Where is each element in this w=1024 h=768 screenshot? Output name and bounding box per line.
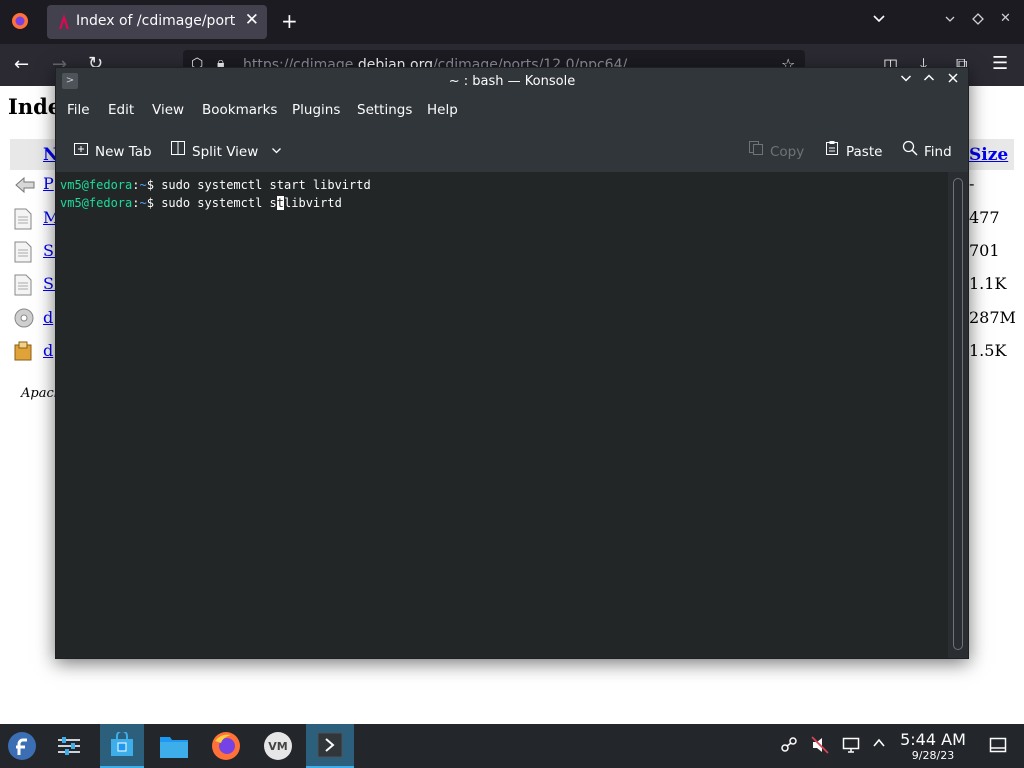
new-tab-icon[interactable]: + xyxy=(281,9,298,33)
maximize-icon[interactable] xyxy=(923,72,935,88)
prompt-path: ~ xyxy=(139,196,147,210)
new-tab-button[interactable]: New Tab xyxy=(73,140,152,160)
scrollbar-thumb[interactable] xyxy=(953,178,963,650)
terminal-scrollbar[interactable] xyxy=(948,172,968,658)
split-view-label: Split View xyxy=(192,144,259,160)
copy-label: Copy xyxy=(770,144,805,160)
paste-icon xyxy=(824,140,840,160)
menu-file[interactable]: File xyxy=(67,102,90,118)
firefox-icon[interactable] xyxy=(204,724,248,768)
split-view-icon xyxy=(170,140,186,160)
network-icon[interactable] xyxy=(780,736,798,758)
konsole-icon[interactable] xyxy=(306,724,354,768)
split-view-button[interactable]: Split View xyxy=(170,140,282,160)
firefox-view-icon[interactable] xyxy=(11,12,29,34)
show-desktop-icon[interactable] xyxy=(989,737,1007,757)
discover-store-icon[interactable] xyxy=(100,724,144,768)
new-tab-icon xyxy=(73,140,89,160)
konsole-menubar: File Edit View Bookmarks Plugins Setting… xyxy=(56,96,968,124)
minimize-icon[interactable] xyxy=(900,72,912,88)
list-tabs-icon[interactable] xyxy=(872,10,886,29)
terminal-line: vm5@fedora:~$ sudo systemctl start libvi… xyxy=(60,178,371,192)
paste-label: Paste xyxy=(846,144,883,160)
page-heading: Inde xyxy=(8,94,62,119)
svg-text:VM: VM xyxy=(268,740,287,753)
file-size: 1.1K xyxy=(969,274,1007,293)
konsole-window: > ~ : bash — Konsole File Edit View Book… xyxy=(55,67,969,659)
volume-muted-icon[interactable] xyxy=(811,736,829,758)
parent-directory-icon xyxy=(14,174,35,196)
window-close-icon[interactable]: ✕ xyxy=(1000,11,1011,26)
new-tab-label: New Tab xyxy=(95,144,152,160)
browser-tab-bar: Index of /cdimage/ports/1 ✕ + ✕ xyxy=(0,0,1024,44)
command-text: sudo systemctl start libvirtd xyxy=(161,178,371,192)
clock-date: 9/28/23 xyxy=(911,749,955,762)
search-icon xyxy=(902,140,918,160)
menu-help[interactable]: Help xyxy=(427,102,458,118)
menu-bookmarks[interactable]: Bookmarks xyxy=(202,102,277,118)
window-minimize-icon[interactable] xyxy=(944,10,956,29)
text-file-icon xyxy=(14,241,32,263)
menu-plugins[interactable]: Plugins xyxy=(292,102,340,118)
copy-icon xyxy=(748,140,764,160)
chevron-down-icon[interactable] xyxy=(271,144,282,160)
prompt-symbol: $ xyxy=(146,196,154,210)
window-maximize-icon[interactable] xyxy=(972,10,984,29)
file-link[interactable]: d xyxy=(43,308,53,327)
fedora-launcher-icon[interactable] xyxy=(0,724,44,768)
window-title: ~ : bash — Konsole xyxy=(448,74,576,89)
file-size: 701 xyxy=(969,241,1000,260)
virt-manager-icon[interactable]: VM xyxy=(256,724,300,768)
dolphin-files-icon[interactable] xyxy=(152,724,196,768)
file-size: 287M xyxy=(969,308,1016,327)
taskbar: VM 5:44 AM 9/28/23 xyxy=(0,724,1024,768)
tray-expand-icon[interactable] xyxy=(872,736,886,754)
browser-tab[interactable]: Index of /cdimage/ports/1 ✕ xyxy=(47,5,267,39)
file-link[interactable]: P xyxy=(43,174,54,193)
back-icon[interactable]: ← xyxy=(14,54,29,75)
find-button[interactable]: Find xyxy=(902,140,952,160)
size-column-header[interactable]: Size xyxy=(969,145,1008,165)
terminal-line: vm5@fedora:~$ sudo systemctl stlibvirtd xyxy=(60,196,342,210)
copy-button[interactable]: Copy xyxy=(748,140,804,160)
clock[interactable]: 5:44 AM 9/28/23 xyxy=(898,730,968,762)
file-size: 1.5K xyxy=(969,341,1007,360)
prompt-user-host: vm5@fedora xyxy=(60,178,133,192)
display-icon[interactable] xyxy=(842,736,860,758)
tab-close-icon[interactable]: ✕ xyxy=(245,10,259,30)
close-icon[interactable] xyxy=(947,72,959,88)
paste-button[interactable]: Paste xyxy=(824,140,882,160)
terminal-area[interactable]: vm5@fedora:~$ sudo systemctl start libvi… xyxy=(56,172,948,658)
tab-title: Index of /cdimage/ports/1 xyxy=(76,13,236,29)
file-link[interactable]: d xyxy=(43,341,53,360)
prompt-symbol: $ xyxy=(146,178,154,192)
find-label: Find xyxy=(924,144,952,160)
command-text-before-cursor: sudo systemctl s xyxy=(161,196,277,210)
menu-settings[interactable]: Settings xyxy=(357,102,412,118)
konsole-toolbar: New Tab Split View Copy Paste Find xyxy=(56,128,968,170)
prompt-path: ~ xyxy=(139,178,147,192)
disc-image-icon xyxy=(14,308,34,330)
text-file-icon xyxy=(14,208,32,230)
debian-favicon-icon xyxy=(56,13,72,30)
menu-view[interactable]: View xyxy=(152,102,184,118)
file-size: - xyxy=(969,174,975,193)
konsole-titlebar[interactable]: > ~ : bash — Konsole xyxy=(56,68,968,96)
file-size: 477 xyxy=(969,208,1000,227)
text-cursor: t xyxy=(276,196,285,210)
menu-edit[interactable]: Edit xyxy=(108,102,134,118)
text-file-icon xyxy=(14,274,32,296)
system-settings-icon[interactable] xyxy=(47,724,91,768)
command-text-after-cursor: libvirtd xyxy=(284,196,342,210)
prompt-user-host: vm5@fedora xyxy=(60,196,133,210)
clock-time: 5:44 AM xyxy=(900,730,966,749)
app-menu-icon[interactable]: ☰ xyxy=(992,53,1008,74)
package-file-icon xyxy=(14,341,32,363)
